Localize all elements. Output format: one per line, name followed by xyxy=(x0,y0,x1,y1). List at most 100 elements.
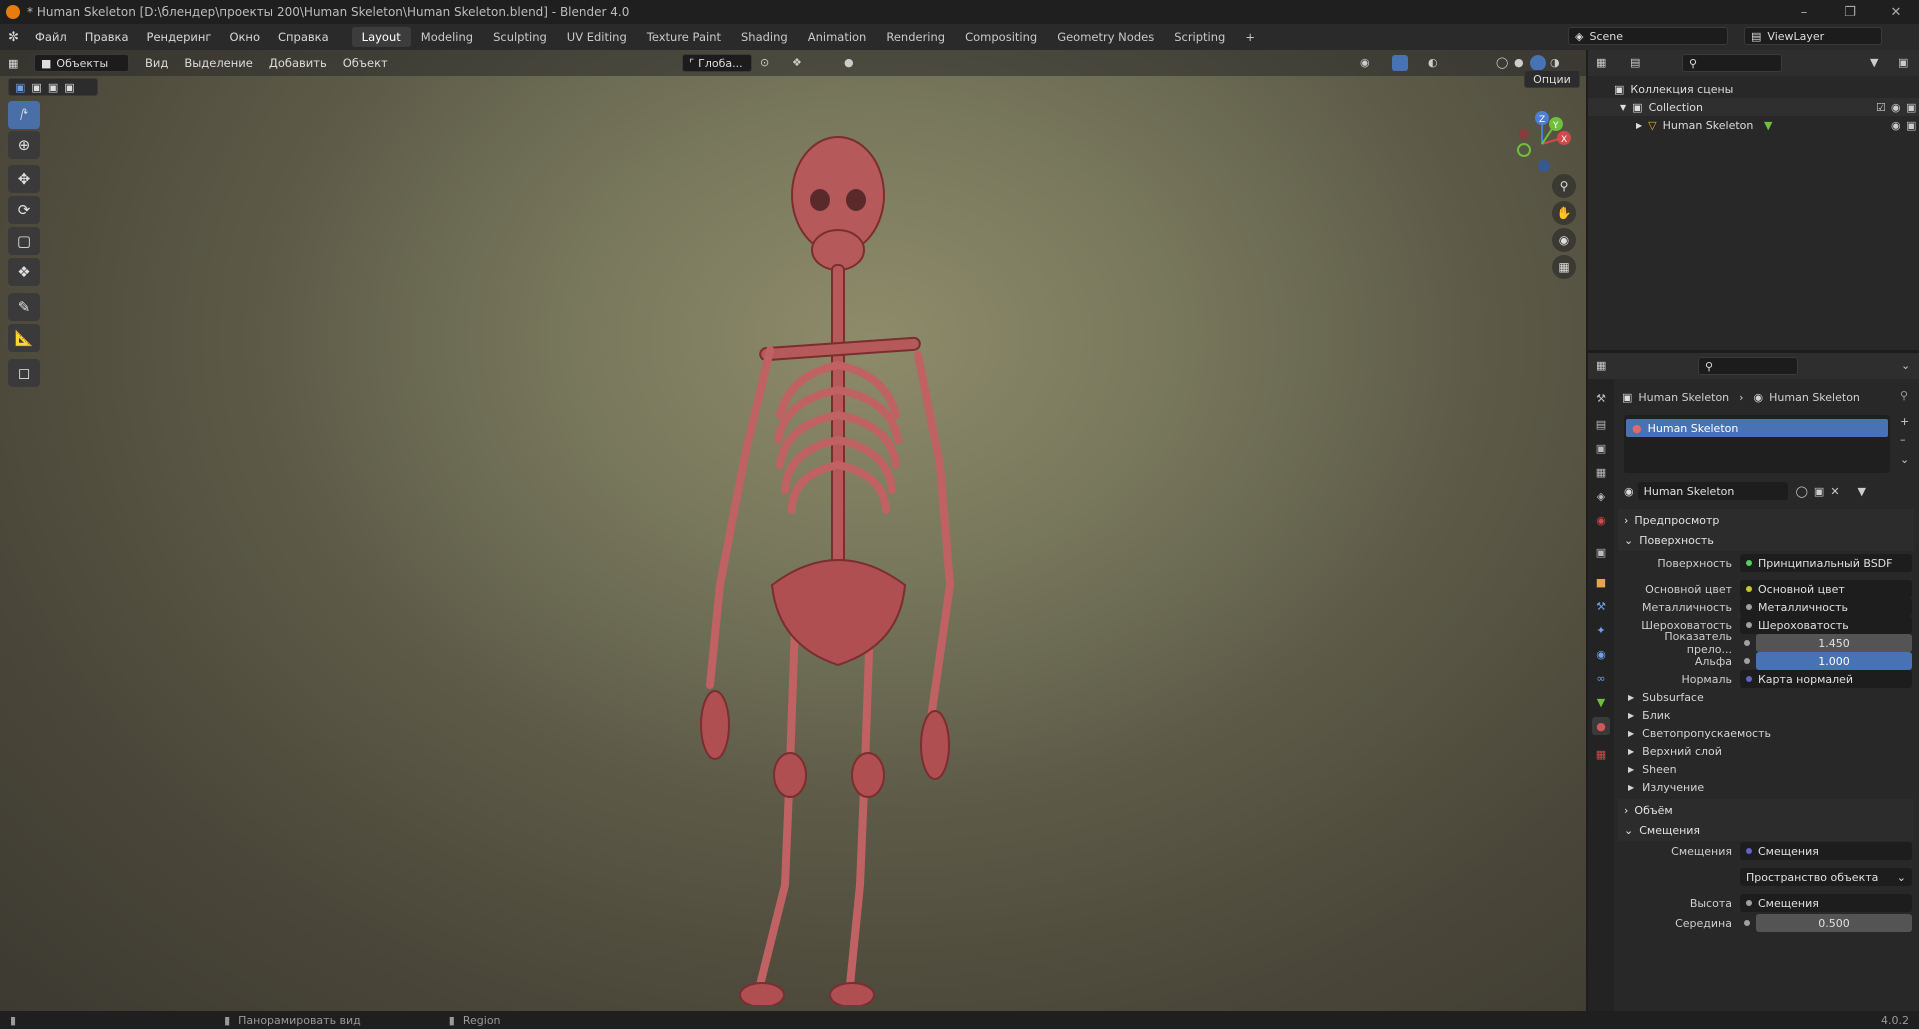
section-preview[interactable]: › Предпросмотр xyxy=(1618,509,1914,531)
tool-tab-icon[interactable]: ⚒ xyxy=(1592,389,1610,407)
editor-type-icon[interactable]: ▦ xyxy=(1596,56,1606,69)
menu-edit[interactable]: Правка xyxy=(76,30,138,44)
subpanel-sheen[interactable]: ▶ Sheen xyxy=(1628,759,1677,779)
tab-compositing[interactable]: Compositing xyxy=(955,27,1047,47)
viewport-menu-view[interactable]: Вид xyxy=(137,56,176,70)
space-dropdown[interactable]: Пространство объекта ⌄ xyxy=(1740,868,1912,886)
material-slot-item[interactable]: ● Human Skeleton xyxy=(1626,419,1888,437)
outliner-row-object[interactable]: ▶ ▽ Human Skeleton ▼ ◉ ▣ xyxy=(1588,116,1919,134)
transform-orientation-selector[interactable]: ⌜ Глоба... xyxy=(682,54,752,72)
camera-icon[interactable]: ▣ xyxy=(1906,101,1916,114)
solid-shading-icon[interactable]: ● xyxy=(1514,56,1524,69)
texture-tab-icon[interactable]: ▦ xyxy=(1592,745,1610,763)
select-new-icon[interactable]: ▣ xyxy=(15,81,25,94)
select-subtract-icon[interactable]: ▣ xyxy=(48,81,58,94)
viewport-menu-object[interactable]: Объект xyxy=(335,56,396,70)
minimize-icon[interactable]: – xyxy=(1781,0,1827,24)
metallic-field[interactable]: Металличность xyxy=(1740,598,1912,616)
node-filter-icon[interactable]: ▼ xyxy=(1858,485,1866,498)
cursor-tool-icon[interactable]: ⊕ xyxy=(8,131,40,159)
close-icon[interactable]: ✕ xyxy=(1873,0,1919,24)
mesh-data-icon[interactable]: ▼ xyxy=(1764,119,1772,132)
tab-sculpting[interactable]: Sculpting xyxy=(483,27,557,47)
height-field[interactable]: Смещения xyxy=(1740,894,1912,912)
checkbox-icon[interactable]: ☑ xyxy=(1876,101,1886,114)
tab-geometry-nodes[interactable]: Geometry Nodes xyxy=(1047,27,1164,47)
new-collection-icon[interactable]: ▣ xyxy=(1898,56,1908,69)
outliner-row-collection[interactable]: ▼ ▣ Collection ☑ ◉ ▣ xyxy=(1588,98,1919,116)
subpanel-coat[interactable]: ▶ Верхний слой xyxy=(1628,741,1722,761)
material-tab-icon[interactable]: ● xyxy=(1592,717,1610,735)
add-slot-icon[interactable]: + xyxy=(1900,415,1909,428)
section-surface[interactable]: ⌄ Поверхность xyxy=(1618,529,1914,551)
menu-help[interactable]: Справка xyxy=(269,30,338,44)
object-tab-icon[interactable]: ■ xyxy=(1592,573,1610,591)
menu-render[interactable]: Рендеринг xyxy=(138,30,221,44)
snap-icon[interactable]: ❖ xyxy=(792,56,802,69)
scene-selector[interactable]: ◈ Scene xyxy=(1568,27,1728,45)
tab-layout[interactable]: Layout xyxy=(351,27,411,47)
subpanel-transmission[interactable]: ▶ Светопропускаемость xyxy=(1628,723,1771,743)
transform-tool-icon[interactable]: ❖ xyxy=(8,258,40,286)
overlay-icon[interactable]: ◐ xyxy=(1428,56,1438,69)
menu-window[interactable]: Окно xyxy=(220,30,269,44)
chevron-down-icon[interactable]: ⌄ xyxy=(1901,359,1910,372)
add-workspace-icon[interactable]: + xyxy=(1235,27,1265,47)
add-cube-tool-icon[interactable]: ◻ xyxy=(8,359,40,387)
tab-scripting[interactable]: Scripting xyxy=(1164,27,1235,47)
subpanel-subsurface[interactable]: ▶ Subsurface xyxy=(1628,687,1704,707)
camera-view-icon[interactable]: ◉ xyxy=(1552,228,1576,252)
tab-uv-editing[interactable]: UV Editing xyxy=(557,27,637,47)
pin-icon[interactable]: ⚲ xyxy=(1900,389,1908,402)
base-color-field[interactable]: Основной цвет xyxy=(1740,580,1912,598)
displacement-field[interactable]: Смещения xyxy=(1740,842,1912,860)
blender-menu-icon[interactable]: ✼ xyxy=(8,30,26,45)
view-layer-selector[interactable]: ▤ ViewLayer xyxy=(1744,27,1882,45)
normal-field[interactable]: Карта нормалей xyxy=(1740,670,1912,688)
mode-selector[interactable]: ■ Объекты xyxy=(34,54,129,72)
duplicate-icon[interactable]: ▣ xyxy=(1814,485,1824,498)
pan-hand-icon[interactable]: ✋ xyxy=(1552,201,1576,225)
ortho-grid-icon[interactable]: ▦ xyxy=(1552,255,1576,279)
visibility-icon[interactable]: ◉ xyxy=(1360,56,1370,69)
tab-shading[interactable]: Shading xyxy=(731,27,798,47)
options-button[interactable]: Опции xyxy=(1524,70,1580,88)
editor-type-icon[interactable]: ▦ xyxy=(1596,359,1606,372)
data-tab-icon[interactable]: ▼ xyxy=(1592,693,1610,711)
scene-tab-icon[interactable]: ◈ xyxy=(1592,487,1610,505)
constraints-tab-icon[interactable]: ∞ xyxy=(1592,669,1610,687)
midlevel-field[interactable]: 0.500 xyxy=(1756,914,1912,932)
collection-tab-icon[interactable]: ▣ xyxy=(1592,543,1610,561)
section-displacement[interactable]: ⌄ Смещения xyxy=(1618,819,1914,841)
move-tool-icon[interactable]: ✥ xyxy=(8,165,40,193)
eye-icon[interactable]: ◉ xyxy=(1891,101,1901,114)
material-shading-icon[interactable] xyxy=(1530,55,1546,71)
material-name-field[interactable]: Human Skeleton xyxy=(1637,482,1788,500)
subpanel-emission[interactable]: ▶ Излучение xyxy=(1628,777,1704,797)
human-skeleton-model[interactable] xyxy=(690,125,990,1005)
unlink-icon[interactable]: ✕ xyxy=(1830,485,1839,498)
slot-menu-icon[interactable]: ⌄ xyxy=(1900,453,1909,466)
measure-tool-icon[interactable]: 📐 xyxy=(8,324,40,352)
subpanel-specular[interactable]: ▶ Блик xyxy=(1628,705,1671,725)
expand-arrow-icon[interactable]: ▼ xyxy=(1620,103,1626,112)
navigation-gizmo[interactable]: Z X Y xyxy=(1504,102,1584,182)
rendered-shading-icon[interactable]: ◑ xyxy=(1550,56,1560,69)
outliner-row-scene-collection[interactable]: ▣ Коллекция сцены xyxy=(1588,80,1919,98)
menu-file[interactable]: Файл xyxy=(26,30,76,44)
alpha-field[interactable]: 1.000 xyxy=(1756,652,1912,670)
rotate-tool-icon[interactable]: ⟳ xyxy=(8,196,40,224)
particles-tab-icon[interactable]: ✦ xyxy=(1592,621,1610,639)
world-tab-icon[interactable]: ◉ xyxy=(1592,511,1610,529)
scale-tool-icon[interactable]: ▢ xyxy=(8,227,40,255)
physics-tab-icon[interactable]: ◉ xyxy=(1592,645,1610,663)
tab-rendering[interactable]: Rendering xyxy=(876,27,955,47)
modifier-tab-icon[interactable]: ⚒ xyxy=(1592,597,1610,615)
maximize-icon[interactable]: ❐ xyxy=(1827,0,1873,24)
ior-field[interactable]: 1.450 xyxy=(1756,634,1912,652)
remove-slot-icon[interactable]: – xyxy=(1900,433,1906,446)
select-extend-icon[interactable]: ▣ xyxy=(31,81,41,94)
viewport-menu-select[interactable]: Выделение xyxy=(176,56,261,70)
expand-arrow-icon[interactable]: ▶ xyxy=(1636,121,1642,130)
tab-animation[interactable]: Animation xyxy=(798,27,877,47)
